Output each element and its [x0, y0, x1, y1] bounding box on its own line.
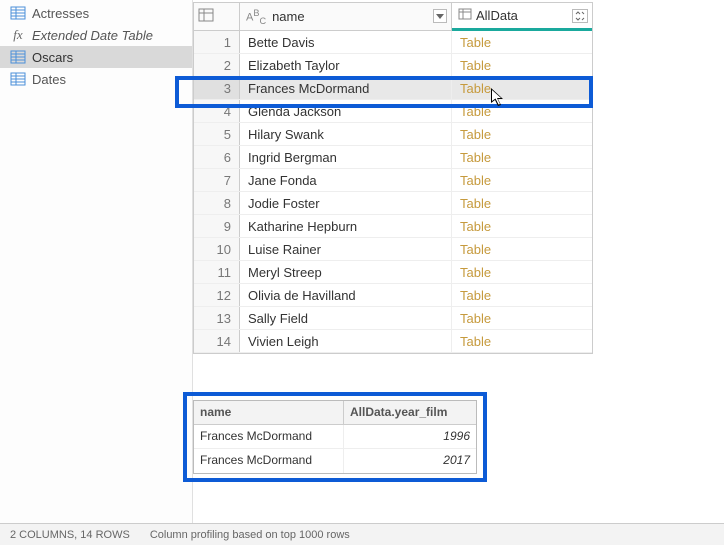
query-item-actresses[interactable]: Actresses [0, 2, 192, 24]
table-row[interactable]: 12Olivia de HavillandTable [194, 284, 592, 307]
cell-alldata-link[interactable]: Table [452, 146, 592, 168]
table-icon [10, 49, 26, 65]
cell-alldata-link[interactable]: Table [452, 215, 592, 237]
table-row[interactable]: 6Ingrid BergmanTable [194, 146, 592, 169]
content-pane: ABC name AllData [193, 0, 724, 523]
cell-alldata-link[interactable]: Table [452, 330, 592, 352]
function-icon: fx [10, 27, 26, 43]
cell-alldata-link[interactable]: Table [452, 31, 592, 53]
cell-alldata-link[interactable]: Table [452, 284, 592, 306]
column-header-name-label: name [272, 9, 305, 24]
table-row[interactable]: 4Glenda JacksonTable [194, 100, 592, 123]
cell-name[interactable]: Jane Fonda [240, 169, 452, 191]
cell-alldata-link[interactable]: Table [452, 307, 592, 329]
table-row[interactable]: 2Elizabeth TaylorTable [194, 54, 592, 77]
detail-header-name[interactable]: name [194, 401, 344, 424]
status-bar: 2 COLUMNS, 14 ROWS Column profiling base… [0, 523, 724, 545]
query-item-extended-date-table[interactable]: fx Extended Date Table [0, 24, 192, 46]
status-profiling: Column profiling based on top 1000 rows [150, 529, 350, 541]
grid-corner-cell[interactable] [194, 3, 240, 30]
cell-name[interactable]: Jodie Foster [240, 192, 452, 214]
grid-header-row: ABC name AllData [194, 3, 592, 31]
row-index[interactable]: 9 [194, 215, 240, 237]
text-type-icon: ABC [246, 8, 266, 26]
table-row[interactable]: 11Meryl StreepTable [194, 261, 592, 284]
cell-name[interactable]: Meryl Streep [240, 261, 452, 283]
cell-name[interactable]: Elizabeth Taylor [240, 54, 452, 76]
row-index[interactable]: 8 [194, 192, 240, 214]
row-index[interactable]: 6 [194, 146, 240, 168]
table-row[interactable]: 9Katharine HepburnTable [194, 215, 592, 238]
column-header-alldata-label: AllData [476, 8, 518, 23]
cell-name[interactable]: Vivien Leigh [240, 330, 452, 352]
table-row[interactable]: 8Jodie FosterTable [194, 192, 592, 215]
detail-cell-name: Frances McDormand [194, 449, 344, 473]
query-item-label: Dates [32, 72, 66, 87]
row-index[interactable]: 1 [194, 31, 240, 53]
query-item-label: Actresses [32, 6, 89, 21]
row-index[interactable]: 5 [194, 123, 240, 145]
table-type-icon [458, 7, 472, 24]
table-row[interactable]: 3Frances McDormandTable [194, 77, 592, 100]
cell-alldata-link[interactable]: Table [452, 100, 592, 122]
detail-header-year[interactable]: AllData.year_film [344, 401, 476, 424]
cell-name[interactable]: Ingrid Bergman [240, 146, 452, 168]
cell-alldata-link[interactable]: Table [452, 123, 592, 145]
column-filter-dropdown[interactable] [433, 9, 447, 23]
row-index[interactable]: 13 [194, 307, 240, 329]
detail-row[interactable]: Frances McDormand1996 [194, 425, 476, 449]
query-item-oscars[interactable]: Oscars [0, 46, 192, 68]
table-row[interactable]: 7Jane FondaTable [194, 169, 592, 192]
table-icon [10, 5, 26, 21]
row-index[interactable]: 4 [194, 100, 240, 122]
queries-pane: Actresses fx Extended Date Table Oscars Date… [0, 0, 193, 523]
column-header-alldata[interactable]: AllData [452, 3, 592, 31]
table-icon [10, 71, 26, 87]
cell-alldata-link[interactable]: Table [452, 261, 592, 283]
table-row[interactable]: 10Luise RainerTable [194, 238, 592, 261]
preview-detail-table: name AllData.year_film Frances McDormand… [193, 400, 477, 474]
cell-name[interactable]: Sally Field [240, 307, 452, 329]
table-row[interactable]: 14Vivien LeighTable [194, 330, 592, 353]
row-index[interactable]: 12 [194, 284, 240, 306]
table-row[interactable]: 5Hilary SwankTable [194, 123, 592, 146]
cell-alldata-link[interactable]: Table [452, 238, 592, 260]
cell-name[interactable]: Hilary Swank [240, 123, 452, 145]
query-item-label: Oscars [32, 50, 73, 65]
detail-header-row: name AllData.year_film [194, 401, 476, 425]
query-item-dates[interactable]: Dates [0, 68, 192, 90]
expand-column-button[interactable] [572, 9, 588, 23]
cell-name[interactable]: Frances McDormand [240, 77, 452, 99]
table-row[interactable]: 13Sally FieldTable [194, 307, 592, 330]
query-item-label: Extended Date Table [32, 28, 153, 43]
preview-detail-table-wrapper: name AllData.year_film Frances McDormand… [193, 400, 477, 474]
cell-name[interactable]: Olivia de Havilland [240, 284, 452, 306]
row-index[interactable]: 10 [194, 238, 240, 260]
cell-name[interactable]: Katharine Hepburn [240, 215, 452, 237]
row-index[interactable]: 7 [194, 169, 240, 191]
cell-alldata-link[interactable]: Table [452, 169, 592, 191]
detail-cell-year: 2017 [344, 449, 476, 473]
cell-name[interactable]: Bette Davis [240, 31, 452, 53]
row-index[interactable]: 3 [194, 77, 240, 99]
detail-cell-name: Frances McDormand [194, 425, 344, 448]
table-row[interactable]: 1Bette DavisTable [194, 31, 592, 54]
row-index[interactable]: 2 [194, 54, 240, 76]
cell-name[interactable]: Luise Rainer [240, 238, 452, 260]
status-cols-rows: 2 COLUMNS, 14 ROWS [10, 529, 130, 541]
detail-row[interactable]: Frances McDormand2017 [194, 449, 476, 473]
cell-alldata-link[interactable]: Table [452, 54, 592, 76]
data-grid: ABC name AllData [193, 2, 593, 354]
column-header-name[interactable]: ABC name [240, 3, 452, 30]
cell-alldata-link[interactable]: Table [452, 77, 592, 99]
cell-alldata-link[interactable]: Table [452, 192, 592, 214]
cell-name[interactable]: Glenda Jackson [240, 100, 452, 122]
table-icon [198, 7, 214, 26]
row-index[interactable]: 14 [194, 330, 240, 352]
detail-cell-year: 1996 [344, 425, 476, 448]
row-index[interactable]: 11 [194, 261, 240, 283]
